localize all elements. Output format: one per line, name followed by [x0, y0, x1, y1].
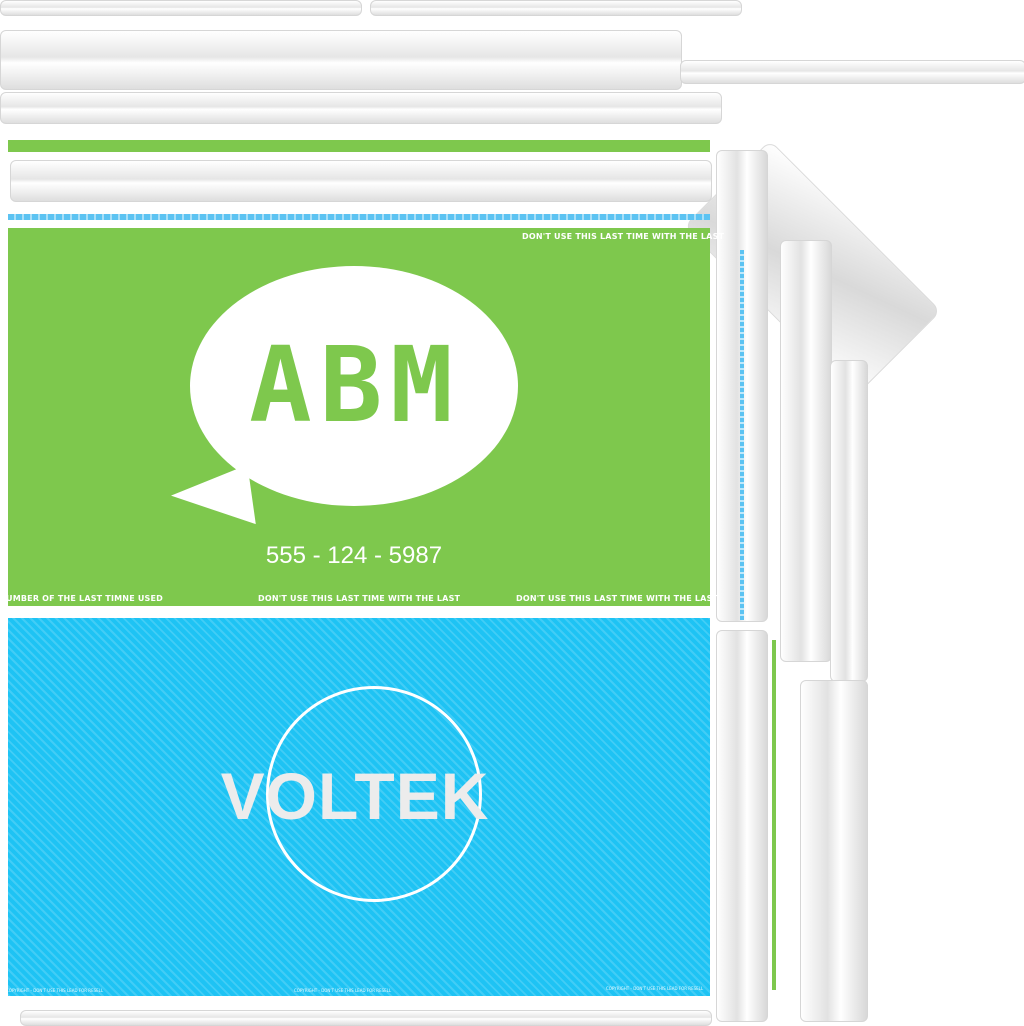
right-column-4: [716, 630, 768, 1022]
fine-print-top-right: DON'T USE THIS LAST TIME WITH THE LAST: [522, 232, 725, 241]
top-rail-4: [680, 60, 1024, 84]
green-top-stripe: [8, 140, 710, 152]
right-column-5: [800, 680, 868, 1022]
blue-dash-line: [8, 214, 710, 220]
top-rail-1: [0, 0, 362, 16]
right-column-3: [830, 360, 868, 682]
copyright-left: COPYRIGHT - DON'T USE THIS LEAD FOR RESE…: [6, 988, 104, 993]
fine-print-bottom-left: UMBER OF THE LAST TIMNE USED: [6, 594, 164, 603]
green-edge-strip: [772, 640, 776, 990]
fine-print-bottom-right: DON'T USE THIS LAST TIME WITH THE LAST: [516, 594, 719, 603]
abm-logo-text: ABM: [249, 324, 461, 446]
vertical-blue-dash: [740, 250, 744, 620]
copyright-right: COPYRIGHT - DON'T USE THIS LEAD FOR RESE…: [606, 986, 704, 991]
top-rail-5: [0, 92, 722, 124]
top-rail-2: [370, 0, 742, 16]
right-column-2: [780, 240, 832, 662]
speech-bubble-tail: [168, 464, 256, 536]
fine-print-bottom-center: DON'T USE THIS LAST TIME WITH THE LAST: [258, 594, 461, 603]
copyright-center: COPYRIGHT - DON'T USE THIS LEAD FOR RESE…: [294, 988, 392, 993]
top-rail-3: [0, 30, 682, 90]
mid-rail: [10, 160, 712, 202]
phone-number: 555 - 124 - 5987: [265, 542, 443, 569]
voltek-logo-text: VOLTEK: [220, 759, 490, 833]
